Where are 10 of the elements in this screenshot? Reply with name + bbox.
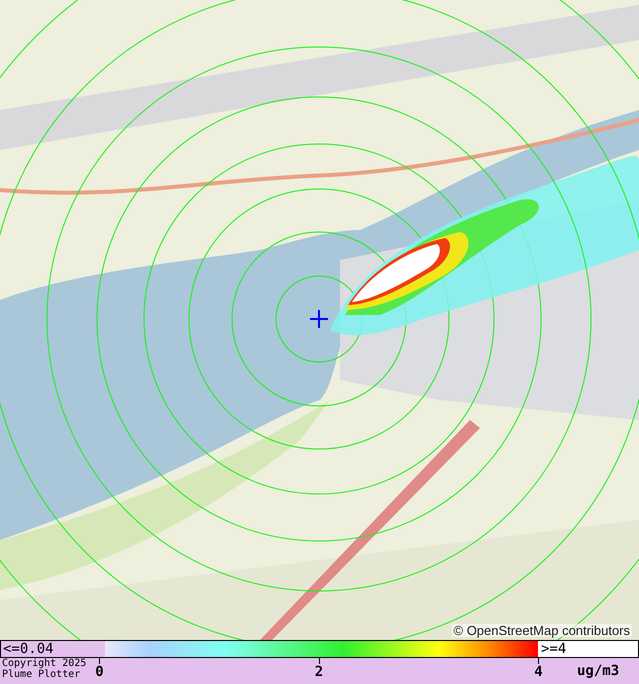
legend-min-label: <=0.04 xyxy=(1,641,105,657)
source-marker-icon xyxy=(310,310,328,328)
copyright-text: Copyright 2025 xyxy=(2,658,86,669)
tick-label: 2 xyxy=(314,665,324,679)
tick-label: 4 xyxy=(534,665,543,679)
tick-label: 0 xyxy=(95,665,104,679)
copyright-text: Plume Plotter xyxy=(2,669,80,680)
legend-max-label: >=4 xyxy=(540,641,568,657)
map-attribution: © OpenStreetMap contributors xyxy=(452,624,632,637)
unit-label: ug/m3 xyxy=(577,664,620,678)
